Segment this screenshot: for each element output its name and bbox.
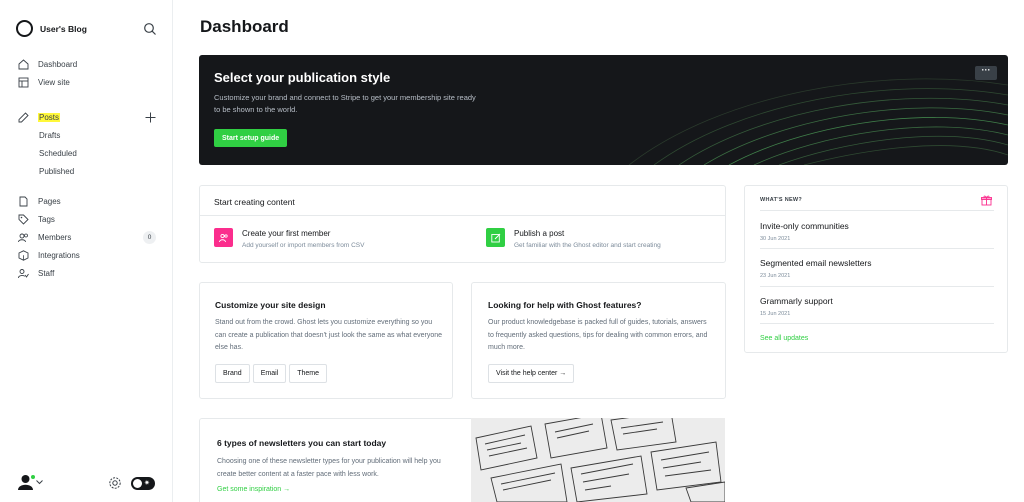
article-sketch-image bbox=[471, 418, 725, 502]
card-body: Our product knowledgebase is packed full… bbox=[488, 319, 708, 351]
chevron-down-icon bbox=[36, 479, 43, 484]
card-title: Start creating content bbox=[214, 197, 295, 207]
nav-item-members[interactable]: Members bbox=[18, 228, 80, 246]
newsletter-article-card[interactable]: 6 types of newsletters you can start tod… bbox=[199, 418, 471, 502]
article-title: 6 types of newsletters you can start tod… bbox=[217, 438, 387, 448]
card-title: Customize your site design bbox=[215, 300, 326, 310]
nav-label: Posts bbox=[38, 112, 61, 122]
nav-label: Dashboard bbox=[38, 59, 78, 69]
update-date: 23 Jun 2021 bbox=[760, 273, 791, 279]
posts-nav: Posts Drafts Scheduled Published bbox=[18, 108, 77, 180]
visit-help-center-button[interactable]: Visit the help center → bbox=[488, 364, 575, 383]
online-status-dot bbox=[30, 474, 36, 480]
whats-new-label: WHAT'S NEW? bbox=[760, 197, 803, 203]
gear-icon[interactable] bbox=[108, 476, 122, 490]
update-title: Segmented email newsletters bbox=[760, 258, 872, 268]
update-item[interactable]: Invite-only communities 30 Jun 2021 bbox=[760, 221, 994, 249]
card-body: Stand out from the crowd. Ghost lets you… bbox=[215, 319, 443, 351]
nav-item-pages[interactable]: Pages bbox=[18, 192, 80, 210]
update-title: Invite-only communities bbox=[760, 221, 849, 231]
plus-icon[interactable] bbox=[145, 112, 156, 123]
site-logo bbox=[16, 20, 33, 37]
dark-mode-toggle[interactable]: ✷ bbox=[131, 477, 155, 490]
site-name: User's Blog bbox=[40, 23, 87, 34]
site-brand[interactable]: User's Blog bbox=[16, 20, 87, 37]
brand-button[interactable]: Brand bbox=[215, 364, 250, 383]
nav-label: Pages bbox=[38, 196, 61, 206]
email-button[interactable]: Email bbox=[252, 364, 287, 383]
search-icon[interactable] bbox=[143, 22, 157, 36]
staff-icon bbox=[18, 268, 29, 278]
customize-design-card: Customize your site design Stand out fro… bbox=[199, 282, 453, 399]
primary-nav: Dashboard View site bbox=[18, 55, 77, 91]
design-buttons: Brand Email Theme bbox=[215, 364, 330, 383]
nav-item-scheduled[interactable]: Scheduled bbox=[18, 144, 77, 162]
sidebar: User's Blog Dashboard View site Posts Dr… bbox=[0, 0, 173, 502]
divider bbox=[200, 215, 725, 216]
theme-button[interactable]: Theme bbox=[289, 364, 327, 383]
secondary-nav: Pages Tags Members Integrations Staff bbox=[18, 192, 80, 282]
home-icon bbox=[18, 58, 29, 69]
sun-icon: ✷ bbox=[144, 480, 150, 487]
whats-new-card: WHAT'S NEW? Invite-only communities 30 J… bbox=[744, 185, 1008, 353]
update-date: 15 Jun 2021 bbox=[760, 311, 791, 317]
card-title: Looking for help with Ghost features? bbox=[488, 300, 642, 310]
task-title: Publish a post bbox=[514, 229, 565, 238]
tag-icon bbox=[18, 214, 29, 225]
user-menu[interactable] bbox=[18, 474, 43, 490]
start-setup-guide-button[interactable]: Start setup guide bbox=[214, 129, 288, 147]
see-all-updates-link[interactable]: See all updates bbox=[760, 335, 808, 342]
nav-label: Integrations bbox=[38, 250, 80, 260]
nav-item-published[interactable]: Published bbox=[18, 162, 77, 180]
toggle-knob bbox=[133, 479, 142, 488]
task-title: Create your first member bbox=[242, 229, 331, 238]
task-subtitle: Add yourself or import members from CSV bbox=[242, 242, 365, 249]
nav-label: Drafts bbox=[39, 130, 61, 140]
update-date: 30 Jun 2021 bbox=[760, 236, 791, 242]
view-site-icon bbox=[18, 77, 29, 87]
nav-item-integrations[interactable]: Integrations bbox=[18, 246, 80, 264]
wireframe-sketch-illustration bbox=[475, 418, 725, 502]
more-options-button[interactable]: ··· bbox=[975, 66, 997, 80]
setup-guide-banner: Select your publication style Customize … bbox=[199, 55, 1008, 165]
article-excerpt: Choosing one of these newsletter types f… bbox=[217, 458, 441, 478]
sidebar-footer: ✷ bbox=[16, 474, 158, 494]
nav-label: Published bbox=[39, 166, 75, 176]
nav-item-staff[interactable]: Staff bbox=[18, 264, 80, 282]
task-subtitle: Get familiar with the Ghost editor and s… bbox=[514, 242, 661, 249]
nav-label: Tags bbox=[38, 214, 55, 224]
update-title: Grammarly support bbox=[760, 296, 833, 306]
pencil-icon bbox=[18, 111, 29, 122]
edit-icon bbox=[486, 228, 505, 247]
update-item[interactable]: Grammarly support 15 Jun 2021 bbox=[760, 296, 994, 324]
banner-title: Select your publication style bbox=[214, 70, 391, 85]
divider bbox=[760, 210, 994, 211]
members-count-badge: 0 bbox=[143, 231, 156, 244]
task-create-member[interactable]: Create your first member Add yourself or… bbox=[214, 228, 364, 249]
nav-label: Members bbox=[38, 232, 72, 242]
nav-item-view-site[interactable]: View site bbox=[18, 73, 77, 91]
task-publish-post[interactable]: Publish a post Get familiar with the Gho… bbox=[486, 228, 661, 249]
help-card: Looking for help with Ghost features? Ou… bbox=[471, 282, 726, 399]
nav-item-posts[interactable]: Posts bbox=[18, 108, 77, 126]
members-icon bbox=[214, 228, 233, 247]
nav-item-tags[interactable]: Tags bbox=[18, 210, 80, 228]
members-icon bbox=[18, 233, 28, 242]
nav-item-dashboard[interactable]: Dashboard bbox=[18, 55, 77, 73]
page-icon bbox=[19, 196, 28, 206]
banner-description: Customize your brand and connect to Stri… bbox=[214, 93, 476, 114]
integrations-icon bbox=[18, 249, 29, 261]
page-title: Dashboard bbox=[200, 17, 289, 36]
nav-label: Staff bbox=[38, 268, 55, 278]
start-creating-card: Start creating content Create your first… bbox=[199, 185, 726, 263]
nav-label: View site bbox=[38, 77, 70, 87]
nav-item-drafts[interactable]: Drafts bbox=[18, 126, 77, 144]
gift-icon bbox=[981, 195, 992, 206]
nav-label: Scheduled bbox=[39, 148, 77, 158]
update-item[interactable]: Segmented email newsletters 23 Jun 2021 bbox=[760, 258, 994, 287]
get-inspiration-link[interactable]: Get some inspiration → bbox=[217, 486, 290, 493]
